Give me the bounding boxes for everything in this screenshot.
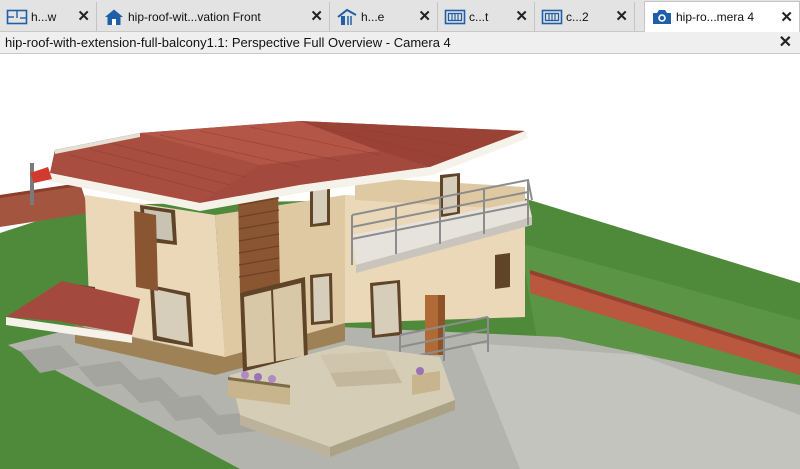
tab-label: c...2 [566, 9, 589, 24]
tab-floor-plan[interactable]: h...w ✕ [0, 2, 97, 31]
tab-label: hip-roof-wit...vation Front [128, 9, 261, 24]
view-tab-bar: h...w ✕ hip-roof-wit...vation Front ✕ h.… [0, 0, 800, 32]
tab-label: h...w [31, 9, 57, 24]
cross-section-icon [336, 8, 358, 26]
framing-view-icon [444, 8, 466, 26]
tab-elevation-front[interactable]: hip-roof-wit...vation Front ✕ [97, 2, 330, 31]
tab-framing-view-1[interactable]: c...t ✕ [438, 2, 535, 31]
tab-label: c...t [469, 9, 489, 24]
close-tab-icon[interactable]: ✕ [310, 9, 323, 24]
house-elevation-icon [103, 8, 125, 26]
tab-camera-4[interactable]: hip-ro...mera 4 ✕ [644, 1, 800, 32]
close-tab-icon[interactable]: ✕ [77, 9, 90, 24]
3d-house-rendering[interactable] [0, 55, 800, 469]
camera-view-viewport[interactable] [0, 55, 800, 469]
tab-cross-section[interactable]: h...e ✕ [330, 2, 438, 31]
window-title: hip-roof-with-extension-full-balcony1.1:… [5, 35, 451, 50]
close-window-icon[interactable]: ✕ [779, 34, 792, 51]
close-tab-icon[interactable]: ✕ [615, 9, 628, 24]
camera-icon [651, 8, 673, 26]
window-title-bar: hip-roof-with-extension-full-balcony1.1:… [0, 32, 800, 54]
close-tab-icon[interactable]: ✕ [418, 9, 431, 24]
close-tab-icon[interactable]: ✕ [515, 9, 528, 24]
tab-label: hip-ro...mera 4 [676, 10, 755, 24]
framing-view-icon [541, 8, 563, 26]
close-tab-icon[interactable]: ✕ [780, 10, 793, 25]
tab-label: h...e [361, 9, 385, 24]
floor-plan-icon [6, 8, 28, 26]
tab-framing-view-2[interactable]: c...2 ✕ [535, 2, 635, 31]
